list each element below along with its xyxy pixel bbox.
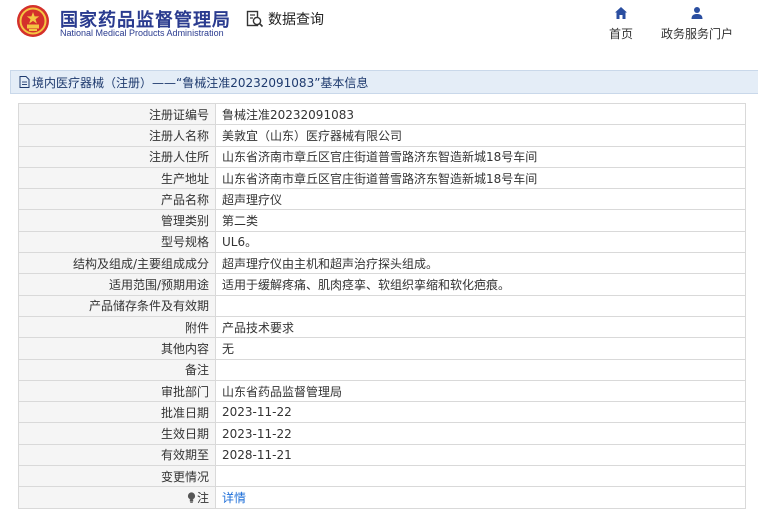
field-value: 鲁械注准20232091083 (215, 102, 746, 126)
table-row: 备注 (18, 358, 746, 381)
field-label: 结构及组成/主要组成成分 (18, 252, 216, 275)
user-icon (691, 7, 703, 19)
table-row: 管理类别 第二类 (18, 209, 746, 232)
nav-home[interactable]: 首页 (606, 6, 636, 42)
site-header: 国家药品监督管理局 National Medical Products Admi… (0, 0, 758, 60)
site-logo-subtitle: National Medical Products Administration (60, 28, 224, 38)
note-label-cell: 注 (18, 486, 216, 509)
table-row: 产品储存条件及有效期 (18, 294, 746, 317)
field-label: 批准日期 (18, 401, 216, 424)
field-label: 型号规格 (18, 230, 216, 254)
data-query-label: 数据查询 (268, 12, 324, 28)
table-row: 变更情况 (18, 465, 746, 488)
record-title: 境内医疗器械（注册）——“鲁械注准20232091083”基本信息 (32, 75, 369, 90)
field-value: 山东省药品监督管理局 (215, 379, 746, 403)
field-value: 无 (215, 337, 746, 360)
home-icon (615, 7, 627, 19)
nav-service-portal-label: 政务服务门户 (660, 27, 733, 41)
field-label: 管理类别 (18, 209, 216, 232)
field-label: 生效日期 (18, 422, 216, 445)
table-row: 产品名称 超声理疗仪 (18, 188, 746, 211)
field-label: 附件 (18, 315, 216, 339)
field-value: 美敦宜（山东）医疗器械有限公司 (215, 124, 746, 147)
field-value: 第二类 (215, 209, 746, 232)
field-value: 超声理疗仪由主机和超声治疗探头组成。 (215, 252, 746, 275)
data-search-icon (246, 10, 264, 28)
table-row: 其他内容无 (18, 337, 746, 360)
table-row: 注册证编号 鲁械注准20232091083 (18, 102, 746, 126)
field-label: 注册证编号 (18, 102, 216, 126)
note-row: 注 详情 (18, 486, 746, 509)
table-row: 审批部门 山东省药品监督管理局 (18, 379, 746, 403)
field-label: 审批部门 (18, 379, 216, 403)
field-label: 变更情况 (18, 465, 216, 488)
table-row: 批准日期 2023-11-22 (18, 401, 746, 424)
details-link[interactable]: 详情 (215, 486, 746, 509)
field-value: 产品技术要求 (215, 315, 746, 339)
data-query-link[interactable]: 数据查询 (246, 9, 324, 29)
table-row: 注册人名称 美敦宜（山东）医疗器械有限公司 (18, 124, 746, 147)
lightbulb-icon (187, 492, 196, 503)
field-value: UL6。 (215, 230, 746, 254)
table-row: 型号规格 UL6。 (18, 230, 746, 254)
field-value (215, 465, 746, 488)
field-value: 2028-11-21 (215, 443, 746, 467)
table-row: 有效期至 2028-11-21 (18, 443, 746, 467)
table-row: 注册人住所 山东省济南市章丘区官庄街道普雪路济东智造新城18号车间 (18, 145, 746, 168)
record-title-bar: 境内医疗器械（注册）——“鲁械注准20232091083”基本信息 (10, 70, 758, 94)
field-label: 产品储存条件及有效期 (18, 294, 216, 317)
registration-info-table: 注册证编号 鲁械注准20232091083 注册人名称 美敦宜（山东）医疗器械有限公… (18, 102, 746, 509)
field-label: 其他内容 (18, 337, 216, 360)
field-value (215, 294, 746, 317)
field-label: 有效期至 (18, 443, 216, 467)
nav-service-portal[interactable]: 政务服务门户 (658, 6, 736, 42)
table-row: 适用范围/预期用途 适用于缓解疼痛、肌肉痉挛、软组织挛缩和软化疤痕。 (18, 273, 746, 296)
field-value: 超声理疗仪 (215, 188, 746, 211)
field-value: 山东省济南市章丘区官庄街道普雪路济东智造新城18号车间 (215, 166, 746, 190)
field-label: 适用范围/预期用途 (18, 273, 216, 296)
document-icon (19, 76, 30, 88)
nav-home-label: 首页 (608, 27, 633, 41)
field-label: 产品名称 (18, 188, 216, 211)
field-value: 山东省济南市章丘区官庄街道普雪路济东智造新城18号车间 (215, 145, 746, 168)
field-label: 备注 (18, 358, 216, 381)
table-row: 结构及组成/主要组成成分 超声理疗仪由主机和超声治疗探头组成。 (18, 252, 746, 275)
table-row: 生产地址 山东省济南市章丘区官庄街道普雪路济东智造新城18号车间 (18, 166, 746, 190)
field-value: 2023-11-22 (215, 401, 746, 424)
note-label: 注 (196, 490, 209, 505)
field-label: 注册人名称 (18, 124, 216, 147)
field-label: 注册人住所 (18, 145, 216, 168)
table-row: 附件 产品技术要求 (18, 315, 746, 339)
field-value: 2023-11-22 (215, 422, 746, 445)
field-value: 适用于缓解疼痛、肌肉痉挛、软组织挛缩和软化疤痕。 (215, 273, 746, 296)
field-value (215, 358, 746, 381)
field-label: 生产地址 (18, 166, 216, 190)
table-row: 生效日期 2023-11-22 (18, 422, 746, 445)
national-emblem-icon (17, 5, 49, 37)
